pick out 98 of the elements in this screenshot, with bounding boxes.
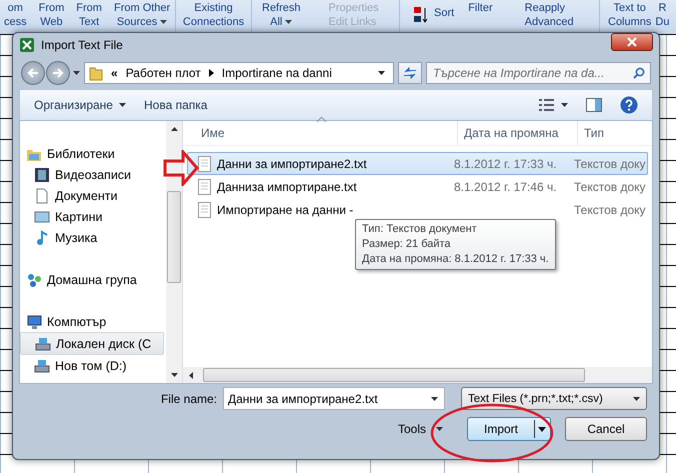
ribbon-button[interactable]: Advanced (506, 15, 574, 29)
sort-indicator-icon (317, 117, 326, 122)
scroll-thumb[interactable] (203, 368, 585, 382)
scrollbar[interactable] (166, 121, 182, 383)
network-icon (26, 272, 42, 288)
ribbon-button[interactable]: R Du (655, 0, 670, 29)
help-icon (620, 96, 638, 114)
file-date: 8.1.2012 г. 17:33 ч. (454, 156, 557, 170)
ribbon-button[interactable]: Sort (414, 0, 454, 24)
file-type-dropdown[interactable]: Text Files (*.prn;*.txt;*.csv) (461, 387, 647, 410)
document-icon (34, 188, 50, 204)
ribbon-button[interactable]: Reapply (506, 1, 574, 15)
breadcrumb-item[interactable]: Работен плот (126, 66, 201, 80)
caret-icon (561, 103, 568, 107)
breadcrumb-item[interactable]: Importirane na danni (222, 66, 332, 80)
nav-item[interactable]: Видеозаписи (20, 164, 166, 185)
ribbon-button[interactable]: From Text (76, 0, 102, 29)
forward-button[interactable] (46, 61, 70, 85)
list-view-icon (539, 99, 555, 111)
caret-icon (118, 103, 126, 107)
caret-icon (633, 396, 640, 400)
ribbon-button[interactable]: Existing Connections (182, 0, 244, 29)
tools-menu-button[interactable]: Tools (394, 422, 447, 436)
film-icon (34, 166, 50, 182)
ribbon-button[interactable]: From Other Sources (114, 0, 170, 29)
tooltip-text: Тип: Текстов документ (362, 222, 478, 237)
column-header[interactable]: Име (183, 121, 457, 145)
refresh-icon (402, 66, 418, 80)
file-row[interactable]: Импортиране на данни - Текстов доку (187, 198, 648, 221)
music-note-icon (34, 230, 50, 246)
spreadsheet-app-icon (19, 37, 35, 53)
sort-icon (414, 6, 428, 24)
overflow-chevron[interactable]: « (111, 66, 118, 80)
callout-arrow (163, 150, 199, 186)
pane-icon (586, 98, 602, 112)
close-icon (627, 37, 637, 47)
chevron-icon (208, 69, 214, 77)
nav-item[interactable]: Нов том (D:) (20, 355, 166, 376)
caret-icon (285, 20, 292, 24)
caret-icon (378, 71, 385, 75)
text-file-icon (198, 156, 211, 172)
ribbon-button[interactable]: Refresh All (262, 0, 301, 29)
nav-item[interactable]: Компютър (20, 311, 166, 332)
forward-arrow-icon (52, 68, 64, 78)
ribbon-button[interactable]: From Web (38, 0, 64, 29)
ribbon-button[interactable]: Text to Columns (608, 0, 652, 29)
column-header[interactable]: Дата на промяна (457, 121, 577, 145)
file-type: Текстов доку (574, 156, 647, 170)
caret-icon (538, 426, 546, 432)
drive-icon (35, 336, 51, 352)
tooltip-text: Дата на промяна: 8.1.2012 г. 17:33 ч. (362, 252, 549, 267)
window-title: Import Text File (41, 38, 123, 52)
file-type: Текстов доку (574, 202, 647, 216)
back-button[interactable] (21, 61, 45, 85)
caret-icon (431, 397, 438, 401)
text-file-icon (198, 178, 211, 194)
file-name-field[interactable]: Данни за импортиране2.txt (223, 387, 445, 410)
search-icon (633, 67, 645, 79)
scroll-left-icon (189, 372, 193, 378)
computer-icon (26, 314, 42, 330)
scroll-up-icon (170, 127, 178, 131)
column-header[interactable]: Тип (577, 121, 652, 145)
file-date: 8.1.2012 г. 17:46 ч. (454, 180, 557, 194)
close-button[interactable] (611, 33, 653, 51)
cancel-button[interactable]: Cancel (565, 417, 647, 441)
scrollbar[interactable] (183, 367, 652, 383)
folder-icon (89, 65, 103, 81)
new-folder-button[interactable]: Нова папка (138, 95, 214, 115)
nav-item[interactable]: Документи (20, 185, 166, 206)
tooltip-text: Размер: 21 байта (362, 237, 452, 252)
caret-icon (160, 20, 168, 24)
text-file-icon (198, 202, 211, 218)
field-label: File name: (160, 392, 217, 406)
file-row[interactable]: Данни за импортиране2.txt 8.1.2012 г. 17:33 ч. Текстов доку (187, 152, 648, 175)
scroll-thumb[interactable] (167, 191, 181, 283)
picture-icon (34, 208, 50, 224)
file-name: Данниза импортиране.txt (217, 180, 357, 194)
organize-menu-button[interactable]: Организиране (28, 95, 132, 115)
nav-item[interactable]: Картини (20, 206, 166, 227)
file-row[interactable]: Данниза импортиране.txt 8.1.2012 г. 17:46 ч. Текстов доку (187, 175, 648, 198)
import-button[interactable]: Import (467, 417, 551, 441)
nav-item[interactable]: Библиотеки (20, 143, 166, 164)
caret-icon (436, 427, 443, 431)
nav-item[interactable]: Музика (20, 227, 166, 248)
ribbon-button[interactable]: om cess (4, 0, 27, 29)
address-field[interactable]: « Работен плот Importirane na danni (84, 62, 394, 84)
scroll-down-icon (170, 373, 178, 377)
file-name: Импортиране на данни - (217, 202, 354, 216)
file-type: Текстов доку (574, 180, 647, 194)
file-name: Данни за импортиране2.txt (217, 156, 367, 170)
back-arrow-icon (27, 68, 39, 78)
refresh-button[interactable] (398, 62, 422, 84)
drive-icon (34, 358, 50, 374)
nav-item[interactable]: Локален диск (C (20, 332, 164, 355)
search-field[interactable]: Търсене на Importirane na da... (426, 62, 651, 84)
nav-item[interactable]: Домашна група (20, 269, 166, 290)
caret-icon (73, 71, 80, 75)
ribbon-button[interactable]: Filter (468, 0, 493, 15)
